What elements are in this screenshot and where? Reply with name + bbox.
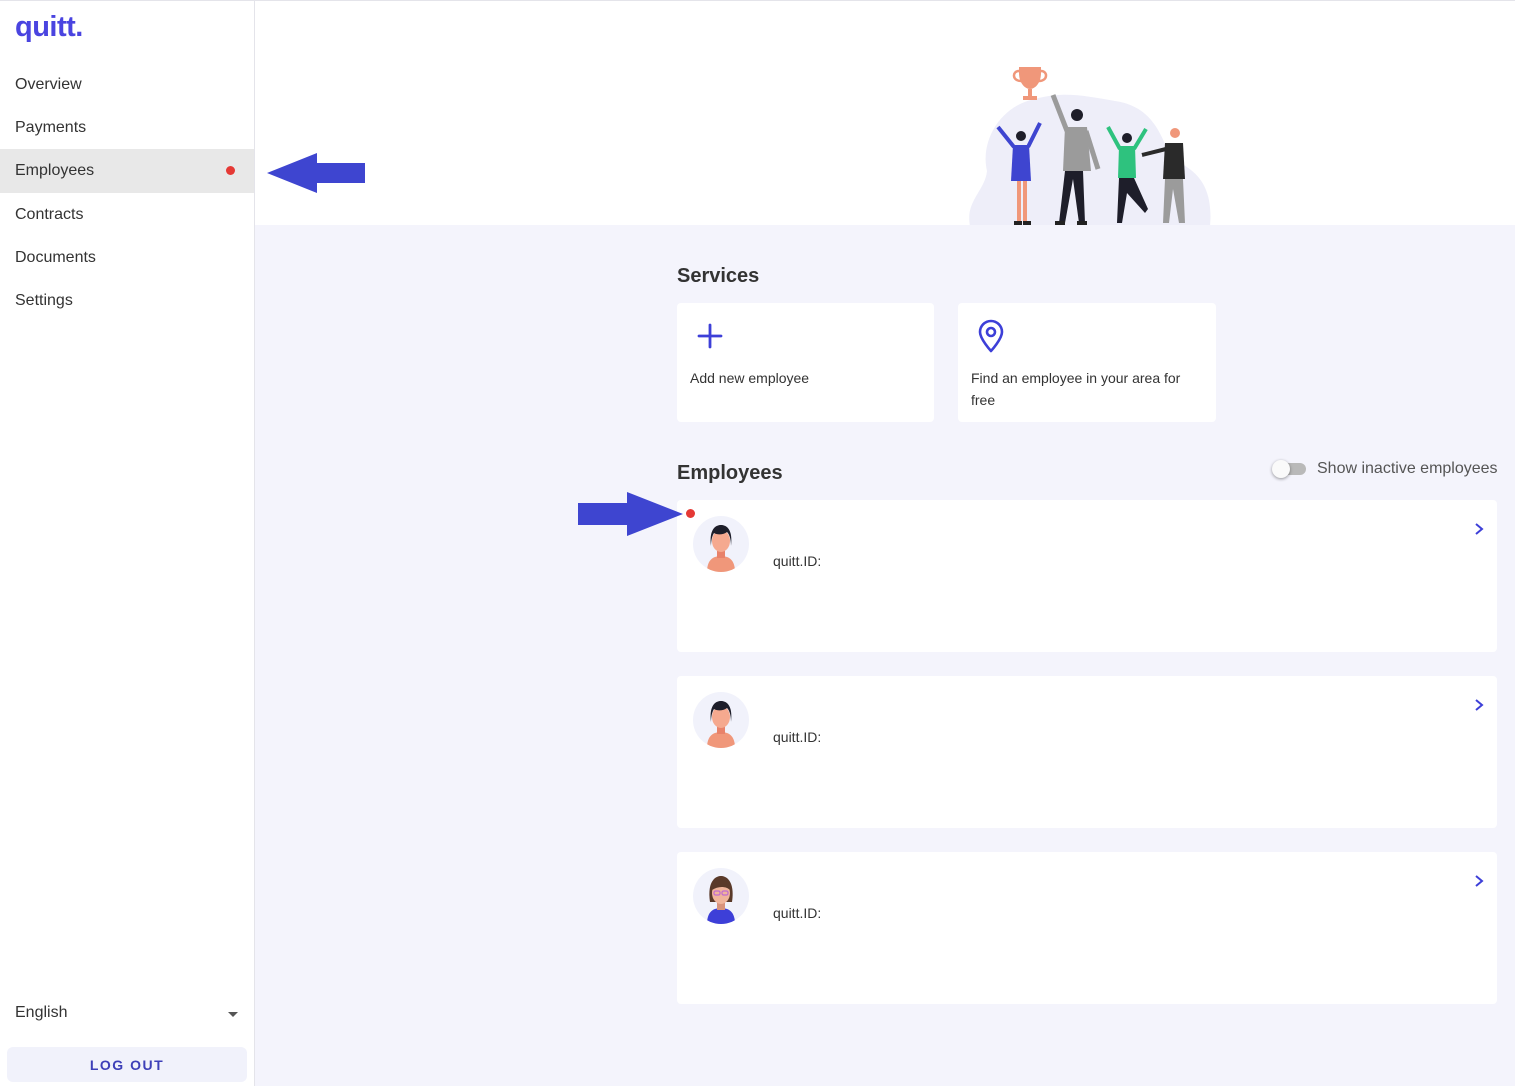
add-employee-card[interactable]: Add new employee <box>677 303 934 422</box>
show-inactive-toggle[interactable] <box>1272 460 1306 478</box>
sidebar-item-contracts[interactable]: Contracts <box>0 193 254 236</box>
sidebar-item-label: Documents <box>15 249 96 266</box>
sidebar-item-label: Contracts <box>15 206 84 223</box>
find-employee-label: Find an employee in your area for free <box>971 367 1180 411</box>
annotation-arrow-left <box>267 153 365 193</box>
notification-dot <box>226 166 235 175</box>
location-pin-icon <box>978 319 1004 353</box>
employee-avatar <box>693 516 749 572</box>
employee-avatar <box>693 868 749 924</box>
find-employee-card[interactable]: Find an employee in your area for free <box>958 303 1216 422</box>
employee-card[interactable]: quitt.ID: <box>677 500 1497 652</box>
toggle-knob <box>1272 460 1290 478</box>
sidebar-item-label: Overview <box>15 76 82 93</box>
logout-button[interactable]: LOG OUT <box>7 1047 247 1082</box>
employees-heading: Employees <box>677 462 783 484</box>
find-employee-label-line1: Find an employee in your area for <box>971 370 1181 386</box>
female-avatar-glasses-icon <box>707 876 735 924</box>
hero-banner <box>255 0 1515 226</box>
add-employee-label: Add new employee <box>690 370 810 386</box>
employee-card[interactable]: quitt.ID: <box>677 852 1497 1004</box>
annotation-arrow-right <box>578 492 683 536</box>
employee-avatar <box>693 692 749 748</box>
sidebar-item-overview[interactable]: Overview <box>0 63 254 106</box>
employee-quitt-id: quitt.ID: <box>773 553 822 569</box>
sidebar-item-documents[interactable]: Documents <box>0 236 254 279</box>
celebration-illustration <box>969 67 1211 226</box>
caret-down-icon <box>228 1012 238 1017</box>
quitt-logo[interactable]: quitt. <box>15 11 83 44</box>
female-avatar-icon <box>707 701 735 748</box>
employee-card[interactable]: quitt.ID: <box>677 676 1497 828</box>
plus-icon <box>697 323 723 349</box>
employee-quitt-id: quitt.ID: <box>773 729 822 745</box>
language-select[interactable]: English <box>15 1004 245 1026</box>
language-value: English <box>15 1004 68 1021</box>
chevron-right-icon[interactable] <box>1473 874 1485 888</box>
sidebar: quitt. Overview Payments Employees Contr… <box>0 0 255 1086</box>
employee-quitt-id: quitt.ID: <box>773 905 822 921</box>
sidebar-item-label: Settings <box>15 292 73 309</box>
find-employee-label-line2: free <box>971 392 996 408</box>
sidebar-item-employees[interactable]: Employees <box>0 149 254 193</box>
chevron-right-icon[interactable] <box>1473 522 1485 536</box>
notification-dot <box>686 509 695 518</box>
sidebar-nav: Overview Payments Employees Contracts Do… <box>0 63 254 322</box>
show-inactive-label: Show inactive employees <box>1317 460 1498 477</box>
female-avatar-icon <box>707 525 735 572</box>
sidebar-item-label: Employees <box>15 162 95 179</box>
services-heading: Services <box>677 265 760 287</box>
sidebar-item-label: Payments <box>15 119 87 136</box>
sidebar-item-payments[interactable]: Payments <box>0 106 254 149</box>
chevron-right-icon[interactable] <box>1473 698 1485 712</box>
sidebar-item-settings[interactable]: Settings <box>0 279 254 322</box>
